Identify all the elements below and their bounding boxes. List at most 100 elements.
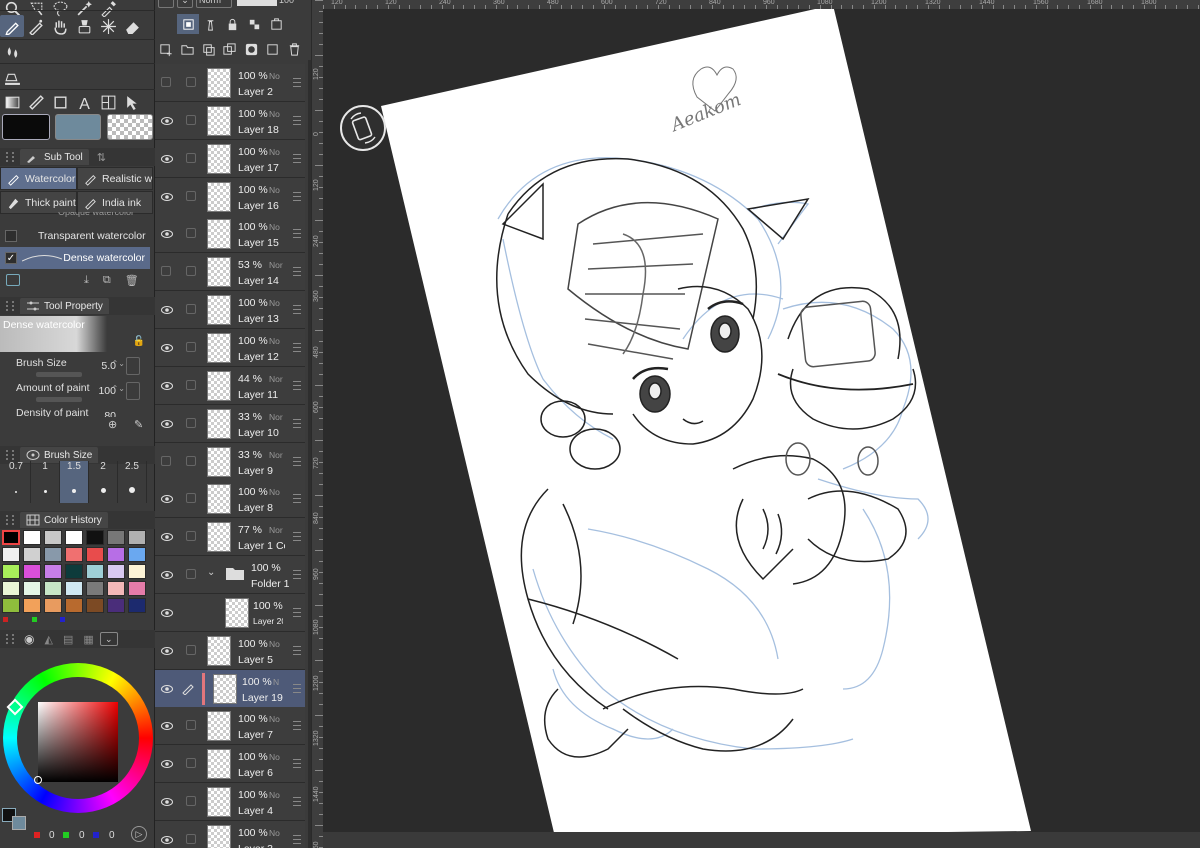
subtool-group-india-ink[interactable]: India ink bbox=[77, 191, 153, 214]
color-history-swatch[interactable] bbox=[2, 598, 20, 613]
layer-row[interactable]: 100 % No Layer 7 bbox=[155, 707, 305, 746]
stepper-icon[interactable]: ⌃⌄ bbox=[112, 384, 125, 393]
layer-lock-box[interactable] bbox=[186, 114, 196, 125]
eye-icon[interactable] bbox=[161, 645, 173, 657]
grip-icon[interactable] bbox=[6, 634, 14, 644]
layer-lock-box[interactable] bbox=[186, 493, 196, 504]
eye-icon[interactable] bbox=[161, 531, 173, 543]
main-color-swatch[interactable] bbox=[2, 114, 50, 140]
subtool-group-thick-paint[interactable]: Thick paint bbox=[0, 191, 77, 214]
prop-brush-size[interactable]: Brush Size 5.0 ⌃⌄ bbox=[0, 355, 150, 379]
color-history-swatch[interactable] bbox=[2, 530, 20, 545]
eye-icon[interactable] bbox=[161, 115, 173, 127]
color-history-swatch[interactable] bbox=[23, 581, 41, 596]
decoration-icon[interactable] bbox=[96, 15, 120, 37]
eye-icon[interactable] bbox=[161, 569, 173, 581]
color-history-swatch[interactable] bbox=[23, 564, 41, 579]
frame-icon[interactable] bbox=[96, 91, 120, 113]
layer-menu-icon[interactable] bbox=[293, 645, 301, 655]
brush-icon[interactable] bbox=[72, 15, 96, 37]
fill-icon[interactable] bbox=[0, 66, 24, 88]
hand-icon[interactable] bbox=[48, 15, 72, 37]
color-mode-icon[interactable]: ▷ bbox=[131, 826, 147, 842]
transfer-down-icon[interactable] bbox=[198, 39, 219, 59]
subtool-group-realistic[interactable]: Realistic w bbox=[77, 167, 153, 190]
wrench-icon[interactable]: ✎ bbox=[134, 418, 143, 431]
color-history-swatch[interactable] bbox=[107, 530, 125, 545]
intermediate-color-tab-icon[interactable]: ▦ bbox=[83, 633, 93, 646]
eye-icon[interactable] bbox=[161, 191, 173, 203]
layer-lock-box[interactable] bbox=[186, 266, 196, 277]
layer-lock-box[interactable] bbox=[186, 341, 196, 352]
color-history-swatch[interactable] bbox=[2, 564, 20, 579]
lighthouse-icon[interactable] bbox=[199, 14, 221, 34]
eye-icon[interactable] bbox=[161, 493, 173, 505]
layer-row[interactable]: 100 % No Layer 6 bbox=[155, 745, 305, 784]
color-history-swatch[interactable] bbox=[65, 598, 83, 613]
hidden-visibility-box[interactable] bbox=[161, 77, 171, 87]
subtool-delete-icon[interactable]: 🗑 bbox=[125, 274, 139, 287]
color-history-swatch[interactable] bbox=[2, 581, 20, 596]
color-history-swatch[interactable] bbox=[44, 547, 62, 562]
operation-icon[interactable] bbox=[120, 91, 144, 113]
pen-icon[interactable] bbox=[0, 15, 24, 37]
color-history-swatch[interactable] bbox=[128, 564, 146, 579]
canvas-area[interactable]: Aeakom bbox=[323, 9, 1200, 848]
layer-lock-box[interactable] bbox=[186, 796, 196, 807]
layer-row[interactable]: 33 % Norm Layer 10 bbox=[155, 404, 305, 443]
subtool-item-dense-watercolor[interactable]: ✓ Dense watercolor bbox=[0, 247, 150, 269]
layer-row[interactable]: 53 % Norm Layer 14 bbox=[155, 253, 305, 292]
subtool-checkbox-checked[interactable]: ✓ bbox=[5, 252, 17, 264]
color-wheel-tab-icon[interactable]: ◉ bbox=[24, 632, 34, 646]
clipping-icon[interactable] bbox=[265, 14, 287, 34]
layer-menu-icon[interactable] bbox=[293, 418, 301, 428]
subtool-item-transparent-watercolor[interactable]: Transparent watercolor bbox=[0, 225, 150, 247]
subtool-copy-icon[interactable]: ⤓ bbox=[84, 274, 89, 287]
pressure-icon[interactable] bbox=[126, 382, 140, 400]
color-history-swatch[interactable] bbox=[23, 530, 41, 545]
color-history-swatch[interactable] bbox=[44, 530, 62, 545]
color-history-swatch[interactable] bbox=[65, 530, 83, 545]
mask-icon[interactable] bbox=[241, 39, 262, 59]
sub-tool-settings-icon[interactable]: ⇅ bbox=[97, 151, 106, 164]
lock-icon[interactable] bbox=[221, 14, 243, 34]
new-folder-icon[interactable] bbox=[176, 39, 197, 59]
layer-menu-icon[interactable] bbox=[293, 229, 301, 239]
color-history-swatch[interactable] bbox=[44, 581, 62, 596]
color-history-swatch[interactable] bbox=[23, 547, 41, 562]
layer-menu-icon[interactable] bbox=[293, 191, 301, 201]
color-history-swatch[interactable] bbox=[2, 547, 20, 562]
prop-density-of-paint[interactable]: Density of paint 80 bbox=[0, 405, 150, 417]
layer-menu-icon[interactable] bbox=[293, 153, 301, 163]
color-history-swatch[interactable] bbox=[128, 547, 146, 562]
drawing-canvas[interactable]: Aeakom bbox=[323, 9, 1200, 848]
layer-menu-icon[interactable] bbox=[293, 570, 301, 580]
color-history-swatch[interactable] bbox=[86, 530, 104, 545]
brush-size-preset[interactable]: 1 bbox=[31, 461, 60, 503]
layer-menu-icon[interactable] bbox=[293, 267, 301, 277]
chevron-down-icon[interactable]: ⌄ bbox=[207, 567, 215, 578]
layer-menu-icon[interactable] bbox=[293, 494, 301, 504]
color-history-swatch[interactable] bbox=[128, 530, 146, 545]
layer-menu-icon[interactable] bbox=[293, 835, 301, 844]
layer-options-icon[interactable] bbox=[262, 39, 283, 59]
layer-lock-box[interactable] bbox=[186, 304, 196, 315]
sub-color-swatch[interactable] bbox=[55, 114, 101, 140]
color-history-swatch[interactable] bbox=[86, 581, 104, 596]
color-history-swatch[interactable] bbox=[128, 598, 146, 613]
color-history-swatch[interactable] bbox=[65, 564, 83, 579]
color-history-swatch[interactable] bbox=[86, 598, 104, 613]
layer-row[interactable]: 33 % Norm Layer 9 bbox=[155, 442, 305, 481]
layer-lock-box[interactable] bbox=[186, 834, 196, 844]
eye-icon[interactable] bbox=[161, 228, 173, 240]
eye-icon[interactable] bbox=[161, 418, 173, 430]
blend-icon[interactable] bbox=[0, 41, 24, 63]
hidden-visibility-box[interactable] bbox=[161, 266, 171, 277]
grip-icon[interactable] bbox=[6, 450, 14, 460]
layer-lock-box[interactable] bbox=[186, 152, 196, 163]
layer-menu-icon[interactable] bbox=[293, 532, 301, 542]
layer-folder-row[interactable]: ⌄ 100 % Folder 1 bbox=[155, 556, 305, 595]
subtool-settings-icon[interactable] bbox=[6, 274, 20, 286]
eye-icon[interactable] bbox=[161, 683, 173, 695]
eye-icon[interactable] bbox=[161, 834, 173, 846]
